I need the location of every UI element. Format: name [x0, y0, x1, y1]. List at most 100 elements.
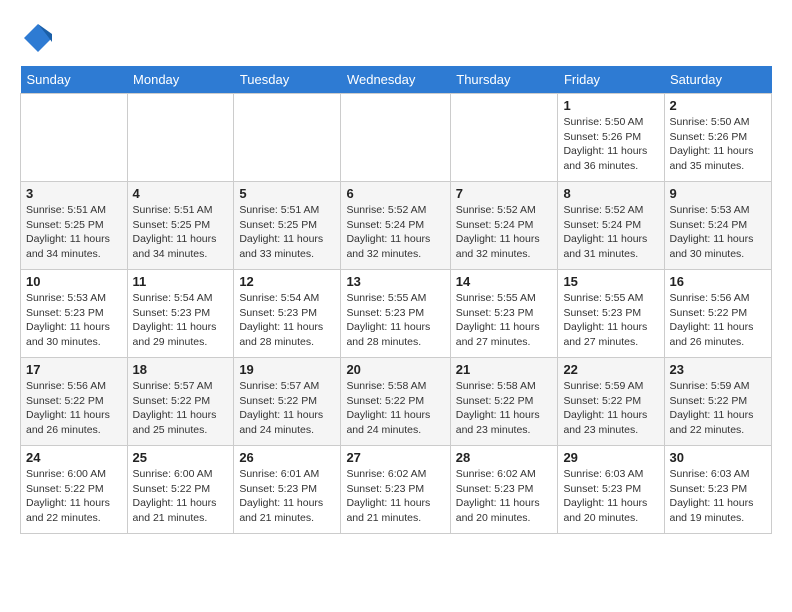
calendar-day-9: 9 Sunrise: 5:53 AM Sunset: 5:24 PM Daylig… — [664, 182, 772, 270]
day-number: 20 — [346, 362, 444, 377]
day-info: Sunrise: 5:53 AM Sunset: 5:24 PM Dayligh… — [670, 203, 767, 262]
logo-icon — [20, 20, 56, 56]
day-number: 19 — [239, 362, 335, 377]
calendar-table: SundayMondayTuesdayWednesdayThursdayFrid… — [20, 66, 772, 534]
day-number: 25 — [133, 450, 229, 465]
day-number: 18 — [133, 362, 229, 377]
calendar-day-16: 16 Sunrise: 5:56 AM Sunset: 5:22 PM Dayli… — [664, 270, 772, 358]
day-info: Sunrise: 5:59 AM Sunset: 5:22 PM Dayligh… — [670, 379, 767, 438]
logo — [20, 20, 58, 56]
day-info: Sunrise: 5:55 AM Sunset: 5:23 PM Dayligh… — [563, 291, 658, 350]
calendar-day-14: 14 Sunrise: 5:55 AM Sunset: 5:23 PM Dayli… — [450, 270, 558, 358]
day-info: Sunrise: 6:03 AM Sunset: 5:23 PM Dayligh… — [563, 467, 658, 526]
day-number: 10 — [26, 274, 122, 289]
day-number: 14 — [456, 274, 553, 289]
day-number: 29 — [563, 450, 658, 465]
day-info: Sunrise: 5:56 AM Sunset: 5:22 PM Dayligh… — [26, 379, 122, 438]
day-number: 16 — [670, 274, 767, 289]
calendar-day-18: 18 Sunrise: 5:57 AM Sunset: 5:22 PM Dayli… — [127, 358, 234, 446]
empty-day — [341, 94, 450, 182]
calendar-day-30: 30 Sunrise: 6:03 AM Sunset: 5:23 PM Dayli… — [664, 446, 772, 534]
day-number: 26 — [239, 450, 335, 465]
empty-day — [450, 94, 558, 182]
calendar-day-2: 2 Sunrise: 5:50 AM Sunset: 5:26 PM Daylig… — [664, 94, 772, 182]
day-info: Sunrise: 5:58 AM Sunset: 5:22 PM Dayligh… — [346, 379, 444, 438]
day-number: 5 — [239, 186, 335, 201]
day-info: Sunrise: 5:53 AM Sunset: 5:23 PM Dayligh… — [26, 291, 122, 350]
day-number: 9 — [670, 186, 767, 201]
day-info: Sunrise: 5:55 AM Sunset: 5:23 PM Dayligh… — [456, 291, 553, 350]
day-info: Sunrise: 5:52 AM Sunset: 5:24 PM Dayligh… — [346, 203, 444, 262]
day-info: Sunrise: 6:01 AM Sunset: 5:23 PM Dayligh… — [239, 467, 335, 526]
calendar-day-12: 12Sunrise: 5:54 AM Sunset: 5:23 PM Dayli… — [234, 270, 341, 358]
weekday-header-monday: Monday — [127, 66, 234, 94]
calendar-day-23: 23 Sunrise: 5:59 AM Sunset: 5:22 PM Dayli… — [664, 358, 772, 446]
calendar-day-6: 6 Sunrise: 5:52 AM Sunset: 5:24 PM Daylig… — [341, 182, 450, 270]
calendar-day-10: 10 Sunrise: 5:53 AM Sunset: 5:23 PM Dayli… — [21, 270, 128, 358]
day-number: 17 — [26, 362, 122, 377]
day-number: 21 — [456, 362, 553, 377]
day-number: 2 — [670, 98, 767, 113]
day-number: 15 — [563, 274, 658, 289]
day-number: 7 — [456, 186, 553, 201]
day-info: Sunrise: 5:54 AM Sunset: 5:23 PM Dayligh… — [239, 291, 335, 350]
day-info: Sunrise: 5:55 AM Sunset: 5:23 PM Dayligh… — [346, 291, 444, 350]
calendar-day-4: 4 Sunrise: 5:51 AM Sunset: 5:25 PM Daylig… — [127, 182, 234, 270]
day-number: 6 — [346, 186, 444, 201]
day-number: 1 — [563, 98, 658, 113]
day-info: Sunrise: 5:59 AM Sunset: 5:22 PM Dayligh… — [563, 379, 658, 438]
day-info: Sunrise: 6:02 AM Sunset: 5:23 PM Dayligh… — [456, 467, 553, 526]
calendar-week-row: 1 Sunrise: 5:50 AM Sunset: 5:26 PM Daylig… — [21, 94, 772, 182]
empty-day — [234, 94, 341, 182]
day-number: 4 — [133, 186, 229, 201]
day-info: Sunrise: 5:52 AM Sunset: 5:24 PM Dayligh… — [456, 203, 553, 262]
calendar-day-3: 3Sunrise: 5:51 AM Sunset: 5:25 PM Daylig… — [21, 182, 128, 270]
calendar-day-25: 25 Sunrise: 6:00 AM Sunset: 5:22 PM Dayli… — [127, 446, 234, 534]
calendar-day-24: 24 Sunrise: 6:00 AM Sunset: 5:22 PM Dayli… — [21, 446, 128, 534]
day-info: Sunrise: 6:02 AM Sunset: 5:23 PM Dayligh… — [346, 467, 444, 526]
day-info: Sunrise: 6:00 AM Sunset: 5:22 PM Dayligh… — [133, 467, 229, 526]
calendar-day-28: 28Sunrise: 6:02 AM Sunset: 5:23 PM Dayli… — [450, 446, 558, 534]
day-info: Sunrise: 6:03 AM Sunset: 5:23 PM Dayligh… — [670, 467, 767, 526]
calendar-day-20: 20 Sunrise: 5:58 AM Sunset: 5:22 PM Dayli… — [341, 358, 450, 446]
calendar-day-15: 15 Sunrise: 5:55 AM Sunset: 5:23 PM Dayli… — [558, 270, 664, 358]
weekday-header-wednesday: Wednesday — [341, 66, 450, 94]
day-number: 27 — [346, 450, 444, 465]
calendar-day-13: 13 Sunrise: 5:55 AM Sunset: 5:23 PM Dayli… — [341, 270, 450, 358]
page: SundayMondayTuesdayWednesdayThursdayFrid… — [0, 0, 792, 550]
calendar-week-row: 10 Sunrise: 5:53 AM Sunset: 5:23 PM Dayli… — [21, 270, 772, 358]
day-number: 13 — [346, 274, 444, 289]
calendar-day-1: 1 Sunrise: 5:50 AM Sunset: 5:26 PM Daylig… — [558, 94, 664, 182]
calendar-day-5: 5 Sunrise: 5:51 AM Sunset: 5:25 PM Daylig… — [234, 182, 341, 270]
calendar-day-22: 22Sunrise: 5:59 AM Sunset: 5:22 PM Dayli… — [558, 358, 664, 446]
day-info: Sunrise: 5:51 AM Sunset: 5:25 PM Dayligh… — [133, 203, 229, 262]
day-info: Sunrise: 5:51 AM Sunset: 5:25 PM Dayligh… — [239, 203, 335, 262]
day-number: 3 — [26, 186, 122, 201]
day-info: Sunrise: 5:50 AM Sunset: 5:26 PM Dayligh… — [563, 115, 658, 174]
day-number: 24 — [26, 450, 122, 465]
day-info: Sunrise: 5:57 AM Sunset: 5:22 PM Dayligh… — [133, 379, 229, 438]
weekday-header-row: SundayMondayTuesdayWednesdayThursdayFrid… — [21, 66, 772, 94]
weekday-header-saturday: Saturday — [664, 66, 772, 94]
day-info: Sunrise: 5:58 AM Sunset: 5:22 PM Dayligh… — [456, 379, 553, 438]
calendar-day-21: 21 Sunrise: 5:58 AM Sunset: 5:22 PM Dayli… — [450, 358, 558, 446]
empty-day — [127, 94, 234, 182]
calendar-week-row: 3 Sunrise: 5:51 AM Sunset: 5:25 PM Daylig… — [21, 182, 772, 270]
calendar-day-26: 26 Sunrise: 6:01 AM Sunset: 5:23 PM Dayli… — [234, 446, 341, 534]
weekday-header-friday: Friday — [558, 66, 664, 94]
calendar-day-7: 7 Sunrise: 5:52 AM Sunset: 5:24 PM Daylig… — [450, 182, 558, 270]
calendar-day-17: 17 Sunrise: 5:56 AM Sunset: 5:22 PM Dayli… — [21, 358, 128, 446]
day-info: Sunrise: 5:50 AM Sunset: 5:26 PM Dayligh… — [670, 115, 767, 174]
calendar-week-row: 17 Sunrise: 5:56 AM Sunset: 5:22 PM Dayli… — [21, 358, 772, 446]
day-number: 23 — [670, 362, 767, 377]
day-info: Sunrise: 6:00 AM Sunset: 5:22 PM Dayligh… — [26, 467, 122, 526]
day-info: Sunrise: 5:56 AM Sunset: 5:22 PM Dayligh… — [670, 291, 767, 350]
day-info: Sunrise: 5:57 AM Sunset: 5:22 PM Dayligh… — [239, 379, 335, 438]
calendar-day-27: 27 Sunrise: 6:02 AM Sunset: 5:23 PM Dayli… — [341, 446, 450, 534]
empty-day — [21, 94, 128, 182]
calendar-day-11: 11Sunrise: 5:54 AM Sunset: 5:23 PM Dayli… — [127, 270, 234, 358]
weekday-header-sunday: Sunday — [21, 66, 128, 94]
day-info: Sunrise: 5:52 AM Sunset: 5:24 PM Dayligh… — [563, 203, 658, 262]
weekday-header-tuesday: Tuesday — [234, 66, 341, 94]
day-number: 30 — [670, 450, 767, 465]
